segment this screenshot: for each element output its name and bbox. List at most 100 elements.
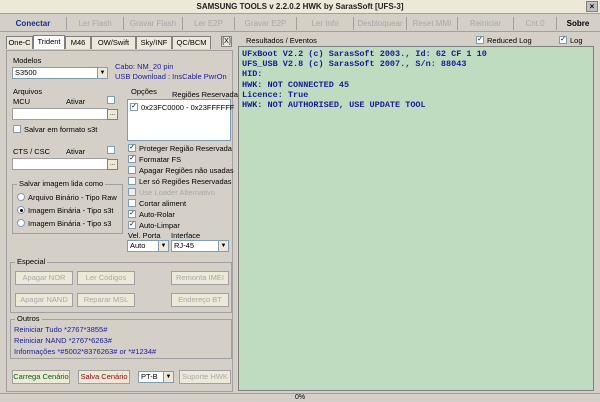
erase-nor-button[interactable]: Apagar NOR bbox=[15, 271, 73, 285]
cts-ativar-checkbox[interactable] bbox=[107, 146, 115, 154]
tab-qc-bcm[interactable]: QC/BCM bbox=[172, 36, 211, 49]
mcu-label: MCU bbox=[13, 97, 31, 106]
bt-address-button[interactable]: Endereço BT bbox=[171, 293, 229, 307]
modelos-label: Modelos bbox=[13, 56, 42, 65]
unlock-button[interactable]: Desbloquear bbox=[354, 15, 406, 32]
radio-s3[interactable] bbox=[17, 219, 25, 227]
protect-region-checkbox[interactable]: ✓ bbox=[128, 144, 136, 152]
reset-all-code[interactable]: Reiniciar Tudo *2767*3855# bbox=[14, 325, 107, 334]
write-e2p-button[interactable]: Gravar E2P bbox=[235, 15, 296, 32]
interface-label: Interface bbox=[171, 231, 201, 240]
auto-scroll-label: Auto-Rolar bbox=[139, 210, 175, 219]
title-bar: SAMSUNG TOOLS v 2.2.0.2 HWK by SarasSoft… bbox=[0, 0, 600, 14]
chevron-down-icon: ▼ bbox=[218, 241, 228, 251]
log-line: Licence: True bbox=[242, 89, 309, 100]
mcu-browse-button[interactable]: ... bbox=[107, 109, 118, 120]
auto-clear-checkbox[interactable]: ✓ bbox=[128, 221, 136, 229]
read-reserved-label: Ler só Regiões Reservadas bbox=[139, 177, 232, 186]
special-group: Especial Apagar NOR Ler Códigos Remonta … bbox=[10, 257, 232, 313]
log-line: HID: bbox=[242, 69, 263, 80]
rebuild-imei-button[interactable]: Remonta IMEI bbox=[171, 271, 229, 285]
radio-raw[interactable] bbox=[17, 193, 25, 201]
save-image-group: Salvar imagem lida como Arquivo Binário … bbox=[12, 179, 123, 234]
format-fs-label: Formatar FS bbox=[139, 155, 182, 164]
cut-power-checkbox[interactable] bbox=[128, 199, 136, 207]
tab-m46[interactable]: M46 bbox=[65, 36, 91, 49]
repair-msl-button[interactable]: Reparar MSL bbox=[77, 293, 135, 307]
reduced-log-checkbox[interactable]: ✓ bbox=[476, 36, 484, 44]
save-s3t-checkbox[interactable] bbox=[13, 125, 21, 133]
close-tab-icon[interactable]: [X] bbox=[221, 36, 232, 47]
restart-button[interactable]: Reiniciar bbox=[458, 15, 513, 32]
auto-scroll-checkbox[interactable]: ✓ bbox=[128, 210, 136, 218]
log-line: UFS_USB V2.8 (c) SarasSoft 2007., S/n: 8… bbox=[242, 59, 467, 70]
port-speed-value: Auto bbox=[130, 241, 146, 250]
window-title: SAMSUNG TOOLS v 2.2.0.2 HWK by SarasSoft… bbox=[196, 2, 404, 11]
cts-browse-button[interactable]: ... bbox=[107, 159, 118, 170]
reset-nand-code[interactable]: Reiniciar NAND *2767*6263# bbox=[14, 336, 112, 345]
model-select[interactable]: S3500 ▼ bbox=[12, 67, 108, 79]
counter-button[interactable]: Cnt.0 bbox=[514, 15, 556, 32]
tab-ow-swift[interactable]: OW/Swift bbox=[91, 36, 136, 49]
connect-button[interactable]: Conectar bbox=[0, 15, 66, 32]
log-checkbox[interactable]: ✓ bbox=[559, 36, 567, 44]
chevron-down-icon: ▼ bbox=[158, 241, 168, 251]
usb-download-info: USB Download : InsCable PwrOn bbox=[115, 72, 227, 81]
save-scenario-button[interactable]: Salva Cenário bbox=[78, 370, 130, 384]
port-speed-select[interactable]: Auto ▼ bbox=[127, 240, 169, 252]
mcu-file-field[interactable] bbox=[12, 108, 108, 120]
alt-loader-label: Use Loader Alternativo bbox=[139, 188, 215, 197]
write-flash-button[interactable]: Gravar Flash bbox=[124, 15, 182, 32]
format-fs-checkbox[interactable]: ✓ bbox=[128, 155, 136, 163]
cable-info: Cabo: NM_20 pin bbox=[115, 62, 174, 71]
chevron-down-icon: ▼ bbox=[163, 372, 173, 382]
language-value: PT-B bbox=[141, 372, 158, 381]
reserved-regions-header: Regiões Reservadas bbox=[172, 90, 242, 99]
read-flash-button[interactable]: Ler Flash bbox=[67, 15, 123, 32]
cts-csc-label: CTS / CSC bbox=[13, 147, 51, 156]
interface-select[interactable]: RJ-45 ▼ bbox=[171, 240, 229, 252]
tab-trident[interactable]: Trident bbox=[33, 35, 65, 49]
cts-file-field[interactable] bbox=[12, 158, 108, 170]
read-codes-button[interactable]: Ler Códigos bbox=[77, 271, 135, 285]
radio-s3t[interactable] bbox=[17, 206, 25, 214]
log-line: HWK: NOT AUTHORISED, USE UPDATE TOOL bbox=[242, 100, 426, 111]
region-checkbox[interactable]: ✓ bbox=[130, 103, 138, 111]
erase-nand-button[interactable]: Apagar NAND bbox=[15, 293, 73, 307]
read-e2p-button[interactable]: Ler E2P bbox=[183, 15, 234, 32]
language-select[interactable]: PT-B ▼ bbox=[138, 371, 174, 383]
trident-panel: Modelos S3500 ▼ Cabo: NM_20 pin USB Down… bbox=[6, 50, 242, 392]
hwk-support-button[interactable]: Suporte HWK bbox=[179, 370, 231, 384]
port-speed-label: Vel. Porta bbox=[128, 231, 161, 240]
chevron-down-icon: ▼ bbox=[97, 68, 107, 78]
read-info-button[interactable]: Ler Info bbox=[297, 15, 353, 32]
mcu-ativar-checkbox[interactable] bbox=[107, 96, 115, 104]
mcu-ativar-label: Ativar bbox=[66, 97, 86, 106]
opcoes-label: Opções bbox=[131, 87, 157, 96]
auto-clear-label: Auto-Limpar bbox=[139, 221, 180, 230]
load-scenario-button[interactable]: Carrega Cenário bbox=[12, 370, 70, 384]
reserved-regions-list[interactable]: ✓ 0x23FC0000 - 0x23FFFFFF bbox=[127, 99, 235, 141]
close-icon[interactable]: × bbox=[586, 1, 598, 12]
interface-value: RJ-45 bbox=[174, 241, 195, 250]
erase-unused-label: Apagar Regiões não usadas bbox=[139, 166, 234, 175]
read-reserved-checkbox[interactable] bbox=[128, 177, 136, 185]
radio-s3-label: Imagem Binária - Tipo s3 bbox=[28, 219, 112, 228]
special-title: Especial bbox=[15, 257, 48, 266]
reset-mmi-button[interactable]: Reset MMI bbox=[407, 15, 457, 32]
reduced-log-label: Reduced Log bbox=[487, 36, 532, 45]
cts-ativar-label: Ativar bbox=[66, 147, 86, 156]
radio-raw-label: Arquivo Binário - Tipo Raw bbox=[28, 193, 117, 202]
results-label: Resultados / Eventos bbox=[246, 36, 317, 45]
about-button[interactable]: Sobre bbox=[557, 15, 599, 32]
results-log[interactable]: UFxBoot V2.2 (c) SarasSoft 2003., Id: 62… bbox=[238, 46, 594, 391]
region-item: 0x23FC0000 - 0x23FFFFFF bbox=[141, 103, 235, 112]
info-code[interactable]: Informações *#5002*8376263# or *#1234# bbox=[14, 347, 156, 356]
alt-loader-checkbox[interactable] bbox=[128, 188, 136, 196]
others-title: Outros bbox=[15, 314, 42, 323]
tab-sky-inf[interactable]: Sky/INF bbox=[136, 36, 172, 49]
tab-one-c[interactable]: One-C bbox=[6, 36, 33, 49]
progress-text: 0% bbox=[294, 394, 306, 401]
cut-power-label: Cortar aliment bbox=[139, 199, 187, 208]
erase-unused-checkbox[interactable] bbox=[128, 166, 136, 174]
